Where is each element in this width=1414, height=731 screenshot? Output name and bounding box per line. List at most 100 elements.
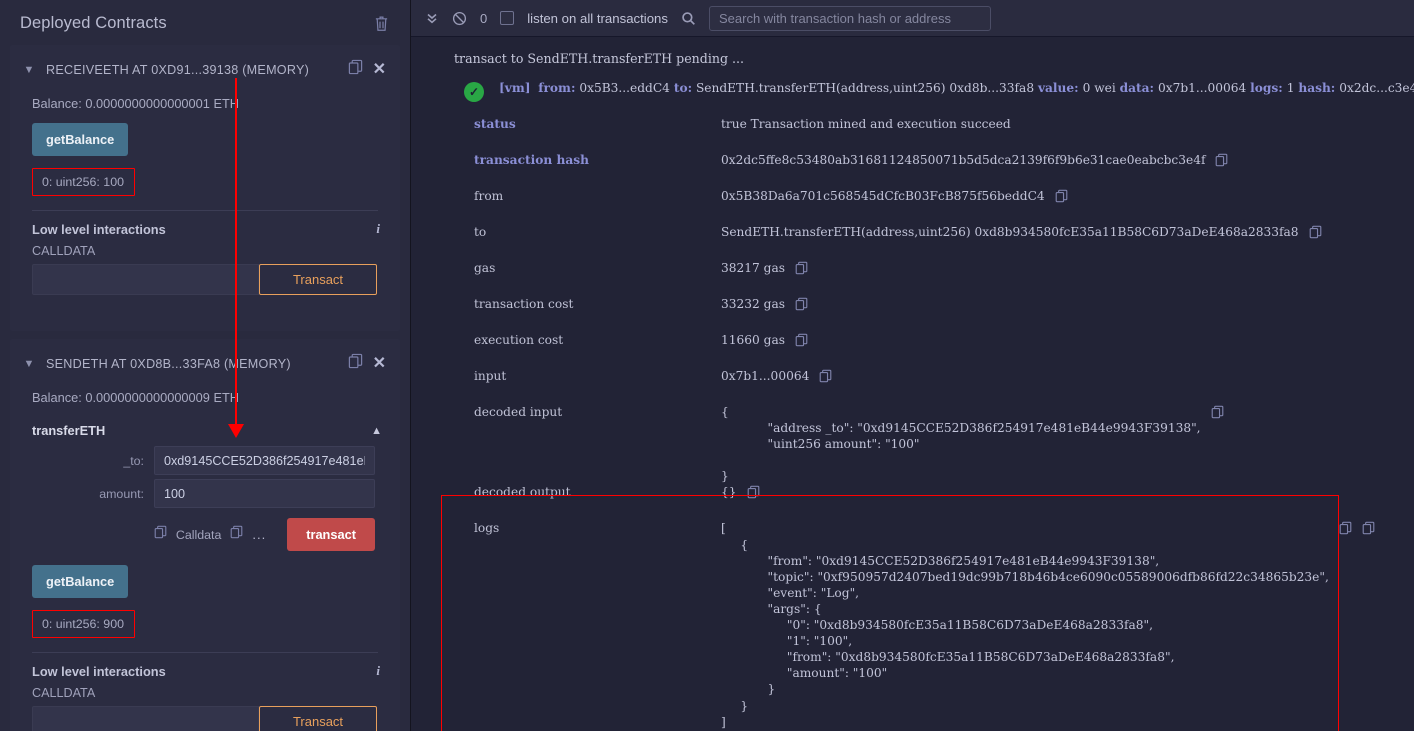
copy-icon[interactable]: [747, 485, 760, 503]
value-value: 0 wei: [1082, 81, 1116, 95]
trash-icon[interactable]: [374, 15, 390, 33]
copy-icon[interactable]: [1309, 225, 1322, 243]
decoded-output-value: 0: uint256: 900: [32, 610, 135, 638]
copy-icon[interactable]: [1362, 521, 1375, 539]
detail-row-text: 0x5B38Da6a701c568545dCfcB03FcB875f56bedd…: [721, 189, 1045, 203]
calldata-link[interactable]: Calldata: [176, 528, 221, 542]
copy-parameters-icon[interactable]: [230, 525, 243, 544]
copy-icon[interactable]: [1215, 153, 1228, 171]
detail-row-key: logs: [474, 521, 500, 536]
detail-row-text: {}: [721, 485, 737, 500]
page-title: Deployed Contracts: [20, 14, 167, 32]
data-key: data:: [1119, 81, 1155, 95]
clear-console-icon[interactable]: [452, 11, 467, 26]
copy-calldata-icon[interactable]: [154, 525, 167, 544]
chevron-down-icon[interactable]: ▼: [22, 64, 36, 76]
annotation-arrow-line: [235, 78, 237, 430]
search-input[interactable]: [708, 5, 991, 31]
logs-value: 1: [1286, 81, 1295, 95]
transact-solid-button[interactable]: transact: [287, 518, 375, 551]
detail-row: transaction cost 33232 gas: [411, 296, 1414, 332]
field-label-amount: amount:: [99, 486, 144, 501]
low-level-interactions-header: Low level interactions i: [10, 653, 400, 679]
field-label-to: _to:: [123, 453, 144, 468]
search-icon[interactable]: [681, 11, 696, 26]
calldata-label: CALLDATA: [32, 244, 96, 258]
getbalance-button[interactable]: getBalance: [32, 565, 129, 598]
detail-row: decoded output {}: [411, 484, 1414, 520]
transaction-summary-text: [vm] from: 0x5B3...eddC4 to: SendETH.tra…: [499, 81, 1414, 97]
copy-icon[interactable]: [795, 297, 808, 315]
hash-key: hash:: [1298, 81, 1336, 95]
detail-row-key: gas: [474, 261, 496, 275]
detail-row-key: input: [474, 369, 507, 383]
detail-row-text: 11660 gas: [721, 333, 785, 347]
amount-input[interactable]: [154, 479, 375, 508]
detail-row-value: 0x5B38Da6a701c568545dCfcB03FcB875f56bedd…: [721, 188, 1068, 207]
calldata-row: Transact: [10, 264, 400, 295]
detail-row-key: execution cost: [474, 333, 564, 347]
detail-row: transaction hash 0x2dc5ffe8c53480ab316811…: [411, 152, 1414, 188]
terminal-panel: 0 listen on all transactions transact to…: [411, 0, 1414, 731]
detail-row-text: 0x7b1...00064: [721, 369, 810, 383]
detail-row-key: decoded input: [474, 405, 563, 419]
listen-all-label: listen on all transactions: [527, 10, 668, 26]
data-value: 0x7b1...00064: [1157, 81, 1247, 95]
detail-row-value: SendETH.transferETH(address,uint256) 0xd…: [721, 224, 1322, 243]
transaction-summary-row[interactable]: ✓ [vm] from: 0x5B3...eddC4 to: SendETH.t…: [411, 66, 1414, 102]
close-icon[interactable]: ✕: [373, 355, 386, 372]
copy-icon[interactable]: [1211, 405, 1224, 423]
detail-row-text: [ { "from": "0xd9145CCE52D386f254917e481…: [721, 521, 1329, 729]
copy-icon[interactable]: [1055, 189, 1068, 207]
from-key: from:: [538, 81, 576, 95]
copy-icon[interactable]: [795, 333, 808, 351]
contract-title: RECEIVEETH AT 0XD91...39138 (MEMORY): [46, 62, 310, 77]
transact-button[interactable]: Transact: [259, 706, 377, 731]
field-row-to: _to:: [10, 442, 400, 475]
contract-header-receiveeth[interactable]: ▼ RECEIVEETH AT 0XD91...39138 (MEMORY) ✕: [10, 45, 400, 93]
detail-row-value: {}: [721, 484, 760, 503]
detail-row-text: SendETH.transferETH(address,uint256) 0xd…: [721, 225, 1299, 239]
parameters-ellipsis[interactable]: ...: [252, 527, 266, 542]
success-check-icon: ✓: [464, 82, 484, 102]
chevron-up-icon[interactable]: ▲: [371, 425, 382, 437]
double-chevron-down-icon[interactable]: [425, 11, 439, 25]
detail-row-value: true Transaction mined and execution suc…: [721, 116, 1011, 132]
listen-all-checkbox[interactable]: [500, 11, 515, 25]
detail-row-value: 11660 gas: [721, 332, 808, 351]
transact-button[interactable]: Transact: [259, 264, 377, 295]
function-actions: Calldata ... transact: [10, 508, 400, 551]
annotation-arrow-head: [228, 424, 244, 438]
contract-header-sendeth[interactable]: ▼ SENDETH AT 0XD8B...33FA8 (MEMORY) ✕: [10, 339, 400, 387]
to-address-input[interactable]: [154, 446, 375, 475]
copy-icon[interactable]: [348, 353, 363, 374]
copy-icon[interactable]: [819, 369, 832, 387]
calldata-row: Transact: [10, 706, 400, 731]
calldata-input[interactable]: [32, 264, 259, 295]
close-icon[interactable]: ✕: [373, 61, 386, 78]
to-key: to:: [673, 81, 693, 95]
detail-row-text: 38217 gas: [721, 261, 785, 275]
detail-row-value: { "address _to": "0xd9145CCE52D386f25491…: [721, 404, 1224, 484]
copy-icon[interactable]: [348, 59, 363, 80]
detail-row-key: to: [474, 225, 487, 239]
terminal-scrollbar[interactable]: [1409, 37, 1414, 731]
low-level-title: Low level interactions: [32, 663, 166, 679]
low-level-title: Low level interactions: [32, 221, 166, 237]
contract-title: SENDETH AT 0XD8B...33FA8 (MEMORY): [46, 356, 291, 371]
chevron-down-icon[interactable]: ▼: [22, 358, 36, 370]
function-header-transfereth[interactable]: transferETH ▲: [10, 417, 400, 442]
info-icon[interactable]: i: [376, 221, 380, 237]
detail-row: decoded input { "address _to": "0xd9145CC…: [411, 404, 1414, 484]
calldata-input[interactable]: [32, 706, 259, 731]
getbalance-button[interactable]: getBalance: [32, 123, 129, 156]
contract-card-sendeth: ▼ SENDETH AT 0XD8B...33FA8 (MEMORY) ✕ Ba…: [10, 339, 400, 731]
detail-row-key: from: [474, 189, 504, 203]
detail-row-value: [ { "from": "0xd9145CCE52D386f254917e481…: [721, 520, 1375, 729]
info-icon[interactable]: i: [376, 663, 380, 679]
contract-balance: Balance: 0.0000000000000001 ETH: [32, 96, 240, 111]
copy-icon[interactable]: [795, 261, 808, 279]
vm-tag: [vm]: [499, 81, 531, 95]
copy-icon[interactable]: [1339, 521, 1352, 539]
contract-card-receiveeth: ▼ RECEIVEETH AT 0XD91...39138 (MEMORY) ✕…: [10, 45, 400, 331]
